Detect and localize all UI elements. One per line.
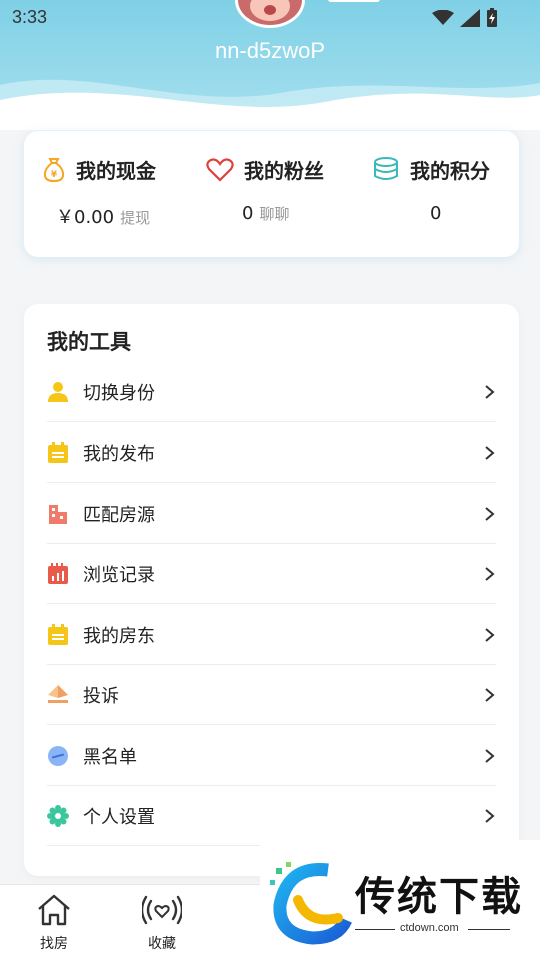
chevron-right-icon [485, 445, 495, 460]
stat-cash-title: 我的现金 [76, 159, 156, 183]
tool-label: 匹配房源 [83, 504, 155, 526]
stats-card: ¥ 我的现金 ￥0.00 提现 我的粉丝 0 聊聊 我的积分 0 [24, 131, 519, 257]
withdraw-link[interactable]: 提现 [120, 209, 150, 227]
watermark-title: 传统下载 [355, 874, 523, 920]
signal-icon [460, 9, 480, 27]
tool-label: 我的发布 [83, 443, 155, 465]
watermark-logo: 传统下载 ctdown.com [260, 840, 540, 960]
username: nn-d5zwoP [214, 38, 326, 63]
tool-my-posts[interactable]: 我的发布 [47, 423, 496, 483]
chevron-right-icon [485, 566, 495, 581]
tool-label: 我的房东 [83, 625, 155, 647]
chevron-right-icon [485, 687, 495, 702]
chevron-right-icon [485, 384, 495, 399]
tool-my-landlord[interactable]: 我的房东 [47, 605, 496, 665]
tool-blacklist[interactable]: 黑名单 [47, 726, 496, 786]
stat-fans-value: 0 [242, 203, 254, 224]
chevron-right-icon [485, 748, 495, 763]
home-icon [38, 894, 70, 926]
tool-label: 切换身份 [83, 382, 155, 404]
brand-logo-icon [270, 862, 352, 945]
battery-icon [487, 8, 497, 27]
tool-complaint[interactable]: 投诉 [47, 665, 496, 725]
block-icon [48, 745, 68, 766]
nav-favorites[interactable]: 收藏 [122, 893, 202, 953]
building-icon [49, 504, 67, 524]
stat-fans[interactable]: 我的粉丝 0 聊聊 [206, 155, 324, 224]
profile-header: 3:33 nn-d5zwoP [0, 0, 540, 130]
coins-icon [374, 156, 398, 180]
stat-cash-value: ￥0.00 [56, 207, 115, 228]
settings-icon [47, 804, 69, 827]
wave-decoration [0, 79, 540, 130]
tool-match-listings[interactable]: 匹配房源 [47, 484, 496, 544]
tool-browse-history[interactable]: 浏览记录 [47, 544, 496, 604]
watermark-subtitle: ctdown.com [400, 922, 459, 934]
user-icon [48, 381, 68, 402]
calendar-icon [48, 623, 68, 645]
chat-link[interactable]: 聊聊 [259, 205, 289, 223]
chevron-right-icon [485, 506, 495, 521]
tool-label: 浏览记录 [83, 564, 155, 586]
money-bag-icon: ¥ [43, 157, 65, 182]
chart-icon [48, 562, 68, 584]
stat-cash[interactable]: ¥ 我的现金 ￥0.00 提现 [42, 155, 156, 228]
stat-fans-title: 我的粉丝 [244, 159, 324, 183]
svg-text:¥: ¥ [51, 170, 58, 180]
avatar[interactable] [235, 0, 305, 28]
tools-card: 我的工具 切换身份 我的发布 匹配房源 浏览记录 我的房东 投诉 黑名单 个人设 [24, 304, 519, 876]
tools-title: 我的工具 [47, 330, 131, 354]
chevron-right-icon [485, 627, 495, 642]
wifi-icon [432, 10, 454, 25]
heart-icon [206, 157, 234, 182]
chevron-right-icon [485, 808, 495, 823]
nav-label: 找房 [40, 936, 68, 952]
tool-label: 黑名单 [83, 746, 137, 768]
tool-switch-identity[interactable]: 切换身份 [47, 362, 496, 422]
stat-points-title: 我的积分 [410, 159, 490, 183]
stat-points-value: 0 [430, 203, 442, 224]
stat-points[interactable]: 我的积分 0 [372, 155, 490, 224]
avatar-badge [328, 0, 380, 2]
status-time: 3:33 [12, 7, 48, 27]
calendar-icon [48, 441, 68, 463]
nav-find-room[interactable]: 找房 [14, 893, 94, 953]
status-icons [432, 8, 498, 28]
tool-label: 投诉 [83, 685, 119, 707]
tool-personal-settings[interactable]: 个人设置 [47, 786, 496, 846]
nav-label: 收藏 [148, 936, 176, 952]
complaint-icon [48, 684, 68, 703]
favorite-signal-icon [140, 895, 184, 925]
tool-label: 个人设置 [83, 806, 155, 828]
